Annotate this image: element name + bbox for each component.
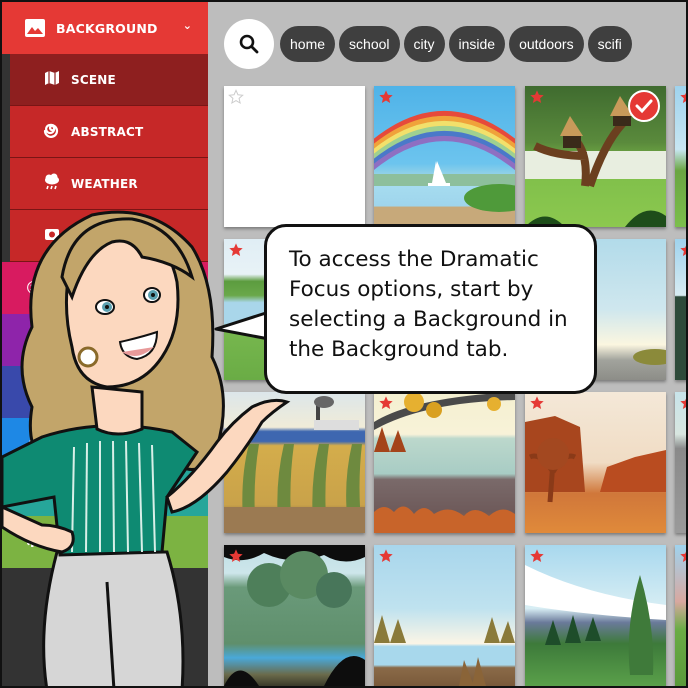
thumbnail-rainbow-lake[interactable]: [374, 86, 515, 227]
checkmark-icon: [635, 99, 653, 114]
rainbow-scene: [374, 111, 515, 212]
favorite-star-icon[interactable]: [679, 548, 688, 564]
favorite-star-icon[interactable]: [529, 395, 545, 411]
thumbnail-autumn-lake[interactable]: [374, 392, 515, 533]
filter-chip-school[interactable]: school: [339, 26, 400, 62]
swirl-icon: [42, 121, 62, 143]
sidebar-item-label: WEATHER: [71, 176, 138, 191]
filter-chip-outdoors[interactable]: outdoors: [509, 26, 584, 62]
thumbnail-blank[interactable]: [224, 86, 365, 227]
canyon-scene: [525, 416, 666, 503]
thumbnail-city-street[interactable]: [675, 392, 688, 533]
mountain-scene: [525, 565, 666, 675]
thumbnail-mountain-meadow[interactable]: [525, 545, 666, 686]
favorite-star-icon[interactable]: [529, 89, 545, 105]
cloud-rain-icon: [42, 173, 62, 195]
selected-check-badge: [628, 90, 660, 122]
filter-chip-home[interactable]: home: [280, 26, 336, 62]
favorite-star-icon[interactable]: [679, 89, 688, 105]
thumbnail-forest-christmas[interactable]: [675, 239, 688, 380]
sidebar-item-label: ABSTRACT: [71, 124, 144, 139]
sidebar-item-scene[interactable]: SCENE: [10, 54, 208, 106]
favorite-star-icon[interactable]: [378, 89, 394, 105]
sidebar-header-background[interactable]: BACKGROUND ⌄: [2, 2, 208, 54]
speech-bubble-text: To access the Dramatic Focus options, st…: [289, 247, 568, 362]
favorite-star-icon[interactable]: [529, 548, 545, 564]
filter-chip-scifi[interactable]: scifi: [587, 26, 632, 62]
sidebar-header-label: BACKGROUND: [56, 20, 158, 36]
speech-bubble: To access the Dramatic Focus options, st…: [264, 224, 597, 394]
app-frame: BACKGROUND ⌄ SCENE ABSTRACT WEATHER home…: [0, 0, 688, 688]
filter-chip-city[interactable]: city: [403, 26, 445, 62]
thumbnail-treehouse-forest[interactable]: [525, 86, 666, 227]
star-outline-icon[interactable]: [228, 89, 244, 105]
autumn-scene: [374, 392, 515, 533]
sidebar-item-abstract[interactable]: ABSTRACT: [10, 106, 208, 158]
filter-chip-inside[interactable]: inside: [448, 26, 506, 62]
image-icon: [25, 19, 45, 37]
favorite-star-icon[interactable]: [679, 242, 688, 258]
filter-chips: home school city inside outdoors scifi: [280, 26, 632, 62]
map-icon: [42, 70, 62, 90]
thumbnail-lake-dock[interactable]: [374, 545, 515, 686]
search-icon: [239, 34, 259, 54]
thumbnail-hills[interactable]: [675, 86, 688, 227]
lake-dock-scene: [374, 615, 515, 686]
sidebar-item-label: SCENE: [71, 72, 116, 87]
chevron-down-icon[interactable]: ⌄: [183, 19, 192, 32]
thumbnail-desert-canyon[interactable]: [525, 392, 666, 533]
search-button[interactable]: [224, 19, 274, 69]
favorite-star-icon[interactable]: [378, 395, 394, 411]
thumbnail-garden[interactable]: [675, 545, 688, 686]
favorite-star-icon[interactable]: [679, 395, 688, 411]
narrator-character: [2, 210, 291, 686]
sidebar-item-weather[interactable]: WEATHER: [10, 158, 208, 210]
favorite-star-icon[interactable]: [378, 548, 394, 564]
